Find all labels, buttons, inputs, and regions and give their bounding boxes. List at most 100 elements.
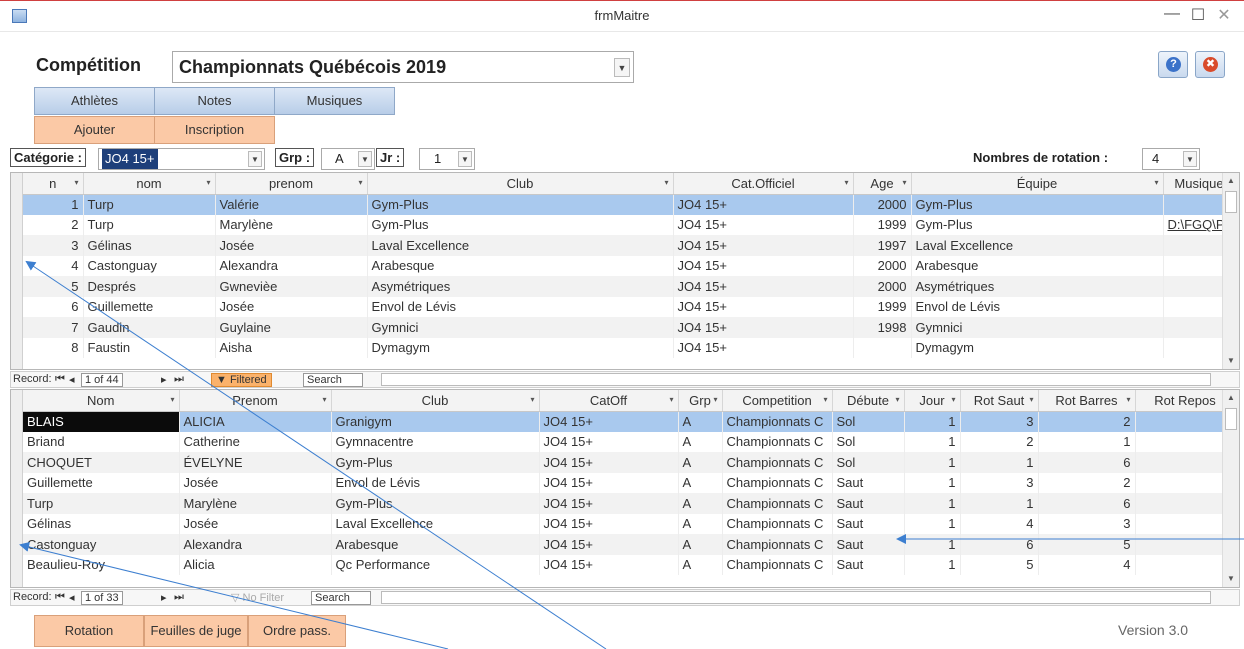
sort-dropdown-icon[interactable]: ▾: [1029, 395, 1033, 404]
categorie-combo[interactable]: JO4 15+ ▼: [98, 148, 265, 170]
table-cell[interactable]: Gaudin: [83, 317, 216, 338]
table-cell[interactable]: Gélinas: [83, 235, 216, 256]
column-header[interactable]: Cat.Officiel ▾: [673, 173, 854, 195]
inscription-button[interactable]: Inscription: [154, 116, 275, 144]
maximize-icon[interactable]: ☐: [1187, 5, 1209, 25]
table-cell[interactable]: Marylène: [179, 493, 332, 514]
sort-dropdown-icon[interactable]: ▾: [669, 395, 673, 404]
table-cell[interactable]: Saut: [832, 472, 905, 493]
table-cell[interactable]: Saut: [832, 534, 905, 555]
table-cell[interactable]: Gym-Plus: [367, 194, 674, 215]
column-header[interactable]: Grp ▾: [678, 390, 723, 412]
record-position-field[interactable]: 1 of 44: [81, 373, 123, 387]
table-cell[interactable]: 3: [23, 235, 84, 256]
table-cell[interactable]: 6: [1038, 493, 1136, 514]
column-header[interactable]: Débute ▾: [832, 390, 905, 412]
table-cell[interactable]: 2000: [853, 276, 912, 297]
table-cell[interactable]: JO4 15+: [539, 431, 679, 452]
table-cell[interactable]: Guillemette: [23, 472, 180, 493]
table-cell[interactable]: 3: [1038, 513, 1136, 534]
table-cell[interactable]: Beaulieu-Roy: [23, 554, 180, 575]
table-cell[interactable]: JO4 15+: [673, 235, 854, 256]
table-cell[interactable]: A: [678, 554, 723, 575]
table-cell[interactable]: Sol: [832, 431, 905, 452]
table-cell[interactable]: Valérie: [215, 194, 368, 215]
chevron-down-icon[interactable]: ▼: [614, 58, 630, 77]
table-cell[interactable]: Turp: [83, 194, 216, 215]
table-cell[interactable]: Qc Performance: [331, 554, 540, 575]
table-cell[interactable]: Championnats C: [722, 513, 833, 534]
table-cell[interactable]: [1135, 472, 1236, 493]
column-header[interactable]: Competition ▾: [722, 390, 833, 412]
sort-dropdown-icon[interactable]: ▾: [322, 395, 326, 404]
table-cell[interactable]: 4: [1038, 554, 1136, 575]
next-record-icon[interactable]: ▸: [161, 373, 167, 386]
ajouter-button[interactable]: Ajouter: [34, 116, 155, 144]
table-cell[interactable]: Saut: [832, 554, 905, 575]
table-cell[interactable]: Saut: [832, 493, 905, 514]
table-row[interactable]: Beaulieu-Roy Alicia Qc Performance JO4 15+ A…: [23, 554, 1236, 575]
table-cell[interactable]: Gym-Plus: [367, 214, 674, 235]
table-cell[interactable]: Catherine: [179, 431, 332, 452]
chevron-down-icon[interactable]: ▼: [248, 151, 262, 167]
table-cell[interactable]: Granigym: [331, 411, 540, 432]
table-cell[interactable]: Envol de Lévis: [331, 472, 540, 493]
table-cell[interactable]: Gym-Plus: [331, 452, 540, 473]
table-cell[interactable]: Marylène: [215, 214, 368, 235]
athletes-datasheet[interactable]: n ▾ nom ▾ prenom ▾ Club ▾ Cat.Officiel ▾ Age ▾ Équip…: [10, 172, 1240, 370]
close-form-button[interactable]: ✖: [1195, 51, 1225, 78]
table-cell[interactable]: Championnats C: [722, 554, 833, 575]
table-cell[interactable]: Alexandra: [179, 534, 332, 555]
table-cell[interactable]: Gymnacentre: [331, 431, 540, 452]
table-row[interactable]: 4 Castonguay Alexandra Arabesque JO4 15+ 2000…: [23, 255, 1236, 276]
table-cell[interactable]: 5: [23, 276, 84, 297]
ordre-passage-button[interactable]: Ordre pass.: [248, 615, 346, 647]
table-cell[interactable]: JO4 15+: [673, 194, 854, 215]
column-header[interactable]: Rot Barres ▾: [1038, 390, 1136, 412]
sort-dropdown-icon[interactable]: ▾: [713, 395, 717, 404]
table-cell[interactable]: Laval Excellence: [911, 235, 1164, 256]
search-field[interactable]: Search: [303, 373, 363, 387]
table-cell[interactable]: 1: [904, 493, 961, 514]
table-cell[interactable]: 7: [23, 317, 84, 338]
table-cell[interactable]: ÉVELYNE: [179, 452, 332, 473]
prev-record-icon[interactable]: ◂: [69, 591, 75, 604]
table-cell[interactable]: Alexandra: [215, 255, 368, 276]
table-cell[interactable]: JO4 15+: [673, 255, 854, 276]
table-cell[interactable]: Asymétriques: [367, 276, 674, 297]
table-cell[interactable]: A: [678, 513, 723, 534]
table-cell[interactable]: 2000: [853, 194, 912, 215]
no-filter-status[interactable]: ▽ No Filter: [231, 591, 284, 604]
table-cell[interactable]: [853, 337, 912, 358]
table-cell[interactable]: Josée: [215, 235, 368, 256]
table-cell[interactable]: Envol de Lévis: [367, 296, 674, 317]
table-cell[interactable]: JO4 15+: [673, 317, 854, 338]
table-row[interactable]: Guillemette Josée Envol de Lévis JO4 15+ A Ch…: [23, 472, 1236, 493]
table-cell[interactable]: Asymétriques: [911, 276, 1164, 297]
table-cell[interactable]: Josée: [179, 472, 332, 493]
scroll-up-icon[interactable]: ▲: [1223, 390, 1239, 406]
table-cell[interactable]: 2: [1038, 411, 1136, 432]
column-header[interactable]: Rot Saut ▾: [960, 390, 1039, 412]
table-row[interactable]: 5 Després Gwnevièe Asymétriques JO4 15+ 2000 A…: [23, 276, 1236, 297]
table-cell[interactable]: Aisha: [215, 337, 368, 358]
table-cell[interactable]: 2000: [853, 255, 912, 276]
table-cell[interactable]: 2: [1038, 472, 1136, 493]
table-cell[interactable]: Championnats C: [722, 411, 833, 432]
table-cell[interactable]: Turp: [23, 493, 180, 514]
sort-dropdown-icon[interactable]: ▾: [951, 395, 955, 404]
table-cell[interactable]: JO4 15+: [539, 554, 679, 575]
table-cell[interactable]: Championnats C: [722, 431, 833, 452]
table-cell[interactable]: Després: [83, 276, 216, 297]
table-cell[interactable]: 1: [904, 411, 961, 432]
table-cell[interactable]: ALICIA: [179, 411, 332, 432]
table-cell[interactable]: 6: [23, 296, 84, 317]
column-header[interactable]: nom ▾: [83, 173, 216, 195]
table-cell[interactable]: Laval Excellence: [367, 235, 674, 256]
column-header[interactable]: Jour ▾: [904, 390, 961, 412]
sort-dropdown-icon[interactable]: ▾: [358, 178, 362, 187]
sort-dropdown-icon[interactable]: ▾: [823, 395, 827, 404]
table-cell[interactable]: 5: [1038, 534, 1136, 555]
table-row[interactable]: CHOQUET ÉVELYNE Gym-Plus JO4 15+ A Championna…: [23, 452, 1236, 473]
table-cell[interactable]: JO4 15+: [539, 472, 679, 493]
